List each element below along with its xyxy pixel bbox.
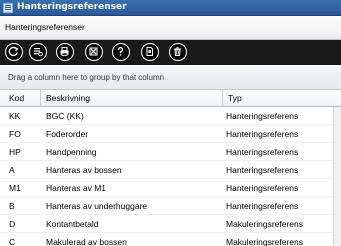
cell-kod: FO (9, 129, 21, 139)
table-row[interactable]: HP Handpenning Hanteringsreferens (0, 143, 341, 161)
help-button[interactable] (112, 43, 130, 61)
table-row[interactable]: M1 Hanteras av M1 Hanteringsreferens (0, 179, 341, 197)
cell-typ: Hanteringsreferens (226, 147, 299, 157)
table-row[interactable]: C Makulerad av bossen Makuleringsreferen… (0, 233, 341, 246)
window-title: Hanteringsreferenser (17, 2, 127, 12)
document-icon (146, 47, 153, 56)
cell-beskrivning: BGC (KK) (46, 111, 84, 121)
grid-body: KK BGC (KK) Hanteringsreferens FO Fodero… (0, 107, 341, 246)
cell-beskrivning: Foderorder (46, 129, 89, 139)
trash-icon (174, 47, 181, 56)
document-button[interactable] (141, 43, 159, 61)
cell-beskrivning: Handpenning (46, 147, 97, 157)
refresh-icon (8, 46, 19, 57)
cell-typ: Hanteringsreferens (226, 183, 299, 193)
table-row[interactable]: KK BGC (KK) Hanteringsreferens (0, 107, 341, 125)
cell-typ: Hanteringsreferens (226, 111, 299, 121)
toolbar (0, 40, 341, 65)
column-header-kod[interactable]: Kod (9, 93, 24, 103)
cell-beskrivning: Hanteras av bossen (46, 165, 122, 175)
cell-typ: Hanteringsreferens (226, 165, 299, 175)
cell-typ: Makuleringsreferens (226, 219, 304, 229)
refresh-button[interactable] (5, 43, 23, 61)
table-row[interactable]: D Kontantbetald Makuleringsreferens (0, 215, 341, 233)
print-icon (60, 47, 69, 56)
cell-kod: M1 (9, 183, 21, 193)
grid-header: Kod Beskrivning Typ (0, 90, 341, 107)
table-row[interactable]: FO Foderorder Hanteringsreferens (0, 125, 341, 143)
cell-typ: Hanteringsreferens (226, 129, 299, 139)
title-bar: Hanteringsreferenser (0, 0, 341, 16)
vertical-scrollbar[interactable] (333, 107, 341, 246)
help-icon (117, 47, 124, 56)
list-settings-icon (34, 48, 43, 57)
cell-typ: Hanteringsreferens (226, 201, 299, 211)
group-by-panel[interactable]: Drag a column here to group by that colu… (0, 65, 341, 90)
cell-beskrivning: Hanteras av underhuggare (46, 201, 148, 211)
cell-beskrivning: Makulerad av bossen (46, 237, 127, 246)
page-header: Hanteringsreferenser (0, 16, 341, 40)
column-header-beskrivning[interactable]: Beskrivning (46, 93, 90, 103)
group-by-hint: Drag a column here to group by that colu… (8, 73, 165, 82)
cell-kod: D (9, 219, 16, 229)
page-title: Hanteringsreferenser (5, 22, 85, 32)
table-row[interactable]: A Hanteras av bossen Hanteringsreferens (0, 161, 341, 179)
delete-button[interactable] (169, 43, 187, 61)
export-icon (89, 47, 98, 56)
cell-typ: Makuleringsreferens (226, 237, 304, 246)
print-button[interactable] (56, 43, 74, 61)
column-divider[interactable] (40, 90, 41, 107)
table-row[interactable]: B Hanteras av underhuggare Hanteringsref… (0, 197, 341, 215)
list-settings-button[interactable] (29, 43, 47, 61)
column-header-typ[interactable]: Typ (228, 93, 242, 103)
cell-kod: C (9, 237, 16, 246)
cell-kod: HP (9, 147, 21, 157)
cell-beskrivning: Kontantbetald (46, 219, 99, 229)
column-divider[interactable] (222, 90, 223, 107)
cell-kod: A (9, 165, 15, 175)
export-button[interactable] (85, 43, 103, 61)
cell-kod: B (9, 201, 15, 211)
window-icon (3, 3, 13, 13)
cell-kod: KK (9, 111, 21, 121)
cell-beskrivning: Hanteras av M1 (46, 183, 106, 193)
